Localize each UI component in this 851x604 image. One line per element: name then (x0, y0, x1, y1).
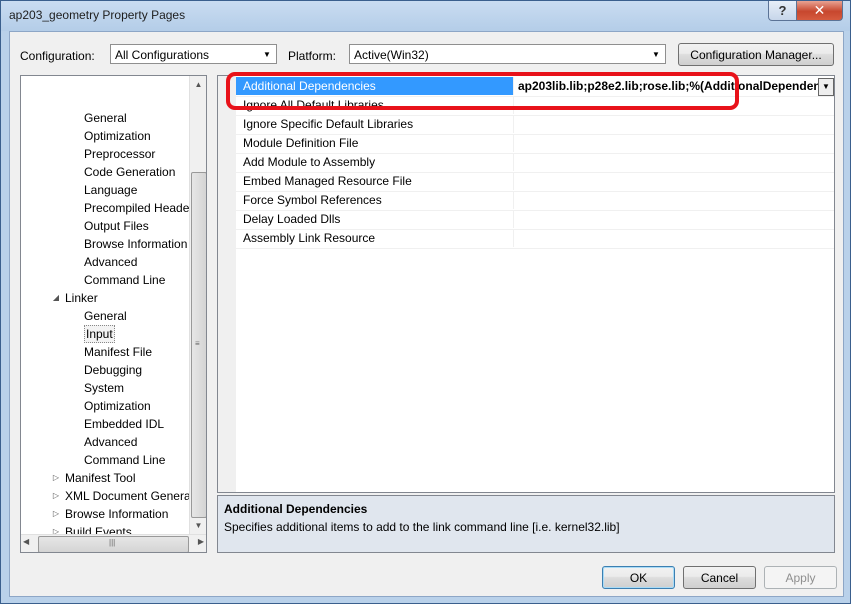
tree-item-label: Embedded IDL (84, 417, 165, 431)
close-icon: ✕ (813, 2, 826, 18)
tree-item-label: System (84, 381, 125, 395)
property-value (514, 115, 834, 133)
tree-item-label: XML Document Genera (65, 489, 191, 503)
tree-horizontal-scrollbar[interactable]: ◀ ||| ▶ (21, 534, 206, 552)
property-value (514, 153, 834, 171)
property-name: Assembly Link Resource (236, 229, 514, 247)
tree-item-label: Precompiled Heade (84, 201, 190, 215)
title-bar[interactable]: ap203_geometry Property Pages ? ✕ (1, 1, 850, 31)
property-row[interactable]: Embed Managed Resource File (236, 172, 834, 192)
property-name: Embed Managed Resource File (236, 172, 514, 190)
collapse-arrow-icon[interactable]: ◢ (52, 289, 60, 307)
tree-item-label: Browse Information (65, 507, 169, 521)
property-name: Add Module to Assembly (236, 153, 514, 171)
property-name: Ignore Specific Default Libraries (236, 115, 514, 133)
tree-vertical-scrollbar[interactable]: ▲ ≡ ▼ (189, 76, 206, 534)
tree-item-label: Output Files (84, 219, 149, 233)
configuration-label: Configuration: (20, 49, 95, 63)
tree-item-label: Language (84, 183, 138, 197)
cancel-button[interactable]: Cancel (683, 566, 756, 589)
property-value (514, 134, 834, 152)
annotation-highlight (226, 72, 739, 110)
apply-button[interactable]: Apply (764, 566, 837, 589)
configuration-manager-button[interactable]: Configuration Manager... (678, 43, 834, 66)
grip-icon: ≡ (195, 339, 200, 348)
tree-item-label: Optimization (84, 129, 151, 143)
dialog-client-area: Configuration: All Configurations ▼ Plat… (9, 31, 844, 597)
scroll-right-icon[interactable]: ▶ (198, 537, 204, 546)
property-grid: Additional Dependencies ap203lib.lib;p28e… (217, 75, 835, 493)
property-pages-window: ap203_geometry Property Pages ? ✕ Config… (0, 0, 851, 604)
property-row[interactable]: Add Module to Assembly (236, 153, 834, 173)
tree-item-label: Command Line (84, 273, 166, 287)
property-value (514, 229, 834, 247)
grip-icon: ||| (109, 538, 116, 547)
tree-item-label: Input (84, 325, 115, 343)
description-text: Specifies additional items to add to the… (224, 520, 620, 534)
ok-button[interactable]: OK (602, 566, 675, 589)
tree-item-label: Advanced (84, 255, 138, 269)
window-title: ap203_geometry Property Pages (9, 8, 186, 22)
tree-item-label: Manifest File (84, 345, 153, 359)
property-value (514, 191, 834, 209)
property-row[interactable]: Ignore Specific Default Libraries (236, 115, 834, 135)
configuration-value: All Configurations (115, 48, 210, 62)
tree-item-label: Preprocessor (84, 147, 156, 161)
property-value (514, 172, 834, 190)
scroll-left-icon[interactable]: ◀ (23, 537, 29, 546)
help-icon: ? (778, 3, 787, 18)
scroll-up-icon[interactable]: ▲ (191, 76, 206, 93)
expand-arrow-icon[interactable]: ▷ (52, 487, 60, 505)
help-button[interactable]: ? (768, 1, 797, 21)
description-panel: Additional Dependencies Specifies additi… (217, 495, 835, 553)
property-row[interactable]: Force Symbol References (236, 191, 834, 211)
close-button[interactable]: ✕ (796, 1, 843, 21)
grid-gutter (218, 76, 236, 492)
chevron-down-icon: ▼ (652, 49, 660, 59)
tree-item-label: General (84, 309, 127, 323)
tree-item-label: Debugging (84, 363, 143, 377)
tree-item-label: General (84, 111, 127, 125)
property-name: Module Definition File (236, 134, 514, 152)
property-name: Delay Loaded Dlls (236, 210, 514, 228)
property-name: Force Symbol References (236, 191, 514, 209)
tree-item-label: Linker (65, 291, 98, 305)
platform-value: Active(Win32) (354, 48, 429, 62)
expand-arrow-icon[interactable]: ▷ (52, 469, 60, 487)
tree-item-label: Code Generation (84, 165, 176, 179)
platform-label: Platform: (288, 49, 337, 63)
chevron-down-icon[interactable]: ▼ (818, 78, 834, 96)
tree-item-label: Browse Information (84, 237, 188, 251)
scroll-thumb[interactable]: ≡ (191, 172, 206, 518)
configuration-dropdown[interactable]: All Configurations ▼ (110, 44, 277, 64)
property-value (514, 210, 834, 228)
settings-tree: General Optimization Preprocessor Code Gene… (20, 75, 207, 553)
property-row[interactable]: Assembly Link Resource (236, 229, 834, 249)
property-row[interactable]: Module Definition File (236, 134, 834, 154)
scroll-down-icon[interactable]: ▼ (191, 517, 206, 534)
description-title: Additional Dependencies (224, 502, 368, 516)
tree-item-label: Manifest Tool (65, 471, 136, 485)
tree-item-label: Optimization (84, 399, 151, 413)
chevron-down-icon: ▼ (263, 49, 271, 59)
platform-dropdown[interactable]: Active(Win32) ▼ (349, 44, 666, 64)
expand-arrow-icon[interactable]: ▷ (52, 505, 60, 523)
tree-item-label: Command Line (84, 453, 166, 467)
horizontal-scroll-thumb[interactable]: ||| (38, 536, 189, 552)
property-row[interactable]: Delay Loaded Dlls (236, 210, 834, 230)
tree-item-label: Advanced (84, 435, 138, 449)
